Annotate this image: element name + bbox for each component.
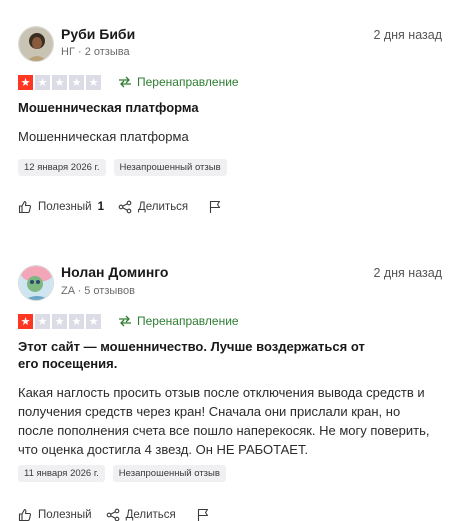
review-title[interactable]: Мошенническая платформа bbox=[18, 99, 378, 116]
author-country: НГ bbox=[61, 46, 75, 58]
redirect-label: Перенаправление bbox=[137, 314, 239, 328]
redirect-badge[interactable]: Перенаправление bbox=[118, 75, 239, 89]
author-meta: ZA · 5 отзывов bbox=[61, 285, 135, 297]
share-button[interactable]: Делиться bbox=[118, 200, 188, 214]
helpful-count: 1 bbox=[97, 201, 104, 213]
star-icon bbox=[69, 75, 84, 90]
unsolicited-badge[interactable]: Незапрошенный отзыв bbox=[113, 159, 227, 176]
report-button[interactable] bbox=[208, 200, 222, 214]
share-label: Делиться bbox=[137, 201, 189, 213]
star-rating bbox=[18, 75, 101, 90]
star-icon bbox=[52, 314, 67, 329]
author-name[interactable]: Нолан Доминго bbox=[61, 264, 168, 280]
review-actions: Полезный 1 Делиться bbox=[18, 200, 236, 214]
share-label: Делиться bbox=[125, 509, 176, 521]
redirect-label: Перенаправление bbox=[137, 75, 239, 89]
review-badges: 11 января 2026 г. Незапрошенный отзыв bbox=[18, 465, 226, 482]
star-icon bbox=[52, 75, 67, 90]
thumbs-up-icon bbox=[18, 200, 32, 214]
author-meta: НГ · 2 отзыва bbox=[61, 46, 130, 58]
flag-icon bbox=[210, 200, 221, 213]
review-date: 2 дня назад bbox=[373, 266, 442, 280]
review-date: 2 дня назад bbox=[373, 28, 442, 42]
avatar[interactable] bbox=[18, 26, 54, 62]
review-body: Мошенническая платформа bbox=[18, 129, 189, 144]
author-country: ZA bbox=[61, 285, 75, 297]
star-icon bbox=[18, 314, 33, 329]
helpful-button[interactable]: Полезный 1 bbox=[18, 200, 104, 214]
star-icon bbox=[69, 314, 84, 329]
star-icon bbox=[86, 75, 101, 90]
review-card: Руби Биби НГ · 2 отзыва 2 дня назад Пере… bbox=[0, 0, 464, 240]
helpful-label: Полезный bbox=[38, 201, 92, 213]
share-button[interactable]: Делиться bbox=[106, 508, 176, 521]
review-title[interactable]: Этот сайт — мошенничество. Лучше воздерж… bbox=[18, 338, 378, 372]
star-icon bbox=[35, 75, 50, 90]
star-icon bbox=[35, 314, 50, 329]
helpful-button[interactable]: Полезный bbox=[18, 508, 92, 521]
review-actions: Полезный Делиться bbox=[18, 508, 224, 521]
author-name[interactable]: Руби Биби bbox=[61, 26, 135, 42]
star-rating bbox=[18, 314, 101, 329]
review-body: Какая наглость просить отзыв после отклю… bbox=[18, 385, 430, 457]
helpful-label: Полезный bbox=[38, 509, 92, 521]
avatar[interactable] bbox=[18, 265, 54, 301]
redirect-arrow-icon bbox=[119, 76, 131, 88]
share-icon bbox=[118, 200, 132, 214]
experience-date-badge: 11 января 2026 г. bbox=[18, 465, 105, 482]
redirect-badge[interactable]: Перенаправление bbox=[118, 314, 239, 328]
star-icon bbox=[18, 75, 33, 90]
review-card: Нолан Доминго ZA · 5 отзывов 2 дня назад… bbox=[0, 238, 464, 521]
unsolicited-badge[interactable]: Незапрошенный отзыв bbox=[112, 465, 226, 482]
thumbs-up-icon bbox=[18, 508, 32, 521]
review-badges: 12 января 2026 г. Незапрошенный отзыв bbox=[18, 159, 227, 176]
flag-icon bbox=[197, 508, 208, 521]
experience-date-badge: 12 января 2026 г. bbox=[18, 159, 106, 176]
star-icon bbox=[86, 314, 101, 329]
share-icon bbox=[106, 508, 119, 521]
report-button[interactable] bbox=[196, 508, 210, 521]
author-review-count: 2 отзыва bbox=[84, 46, 130, 58]
redirect-arrow-icon bbox=[119, 315, 131, 327]
author-review-count: 5 отзывов bbox=[84, 285, 135, 297]
